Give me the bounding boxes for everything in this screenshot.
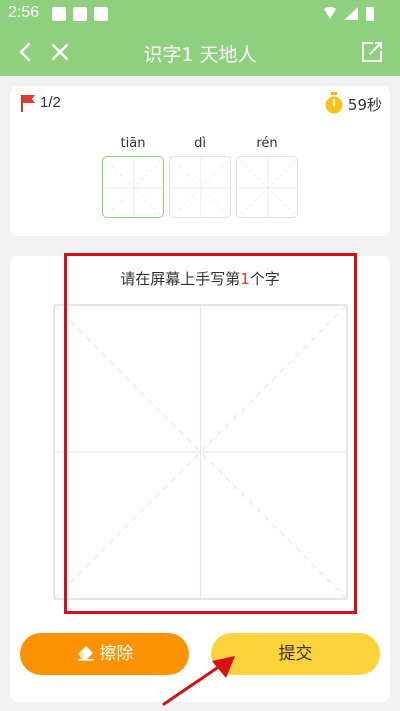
progress-label: 1/2 <box>40 94 61 111</box>
app-notification-icon-2 <box>94 7 108 21</box>
system-status-icons <box>324 7 374 21</box>
highlight-box <box>64 253 357 614</box>
status-time: 2:56 <box>8 4 40 21</box>
character-progress-card: 1/2 59秒 tiān dì rén <box>10 86 390 236</box>
app-bar: 识字1 天地人 <box>0 28 400 76</box>
page-title: 识字1 天地人 <box>143 44 257 66</box>
signal-icon <box>344 7 358 20</box>
app-notification-icon <box>73 7 87 21</box>
share-icon[interactable] <box>360 40 384 64</box>
wifi-icon <box>324 7 336 19</box>
image-notification-icon <box>52 7 66 21</box>
erase-label: 擦除 <box>99 644 134 664</box>
character-slot-1[interactable]: tiān <box>102 136 164 218</box>
character-grid <box>236 156 298 218</box>
pinyin-label: tiān <box>120 136 146 151</box>
character-grid <box>169 156 231 218</box>
battery-icon <box>366 7 374 21</box>
pointer-arrow-icon <box>162 656 235 706</box>
flag-icon <box>21 95 35 112</box>
pinyin-label: dì <box>194 136 206 151</box>
character-grid <box>102 156 164 218</box>
stopwatch-icon <box>325 92 343 114</box>
timer-label: 59秒 <box>347 96 382 114</box>
character-slot-2[interactable]: dì <box>169 136 231 218</box>
eraser-icon <box>77 646 94 661</box>
pinyin-label: rén <box>256 136 278 151</box>
status-bar: 2:56 <box>0 0 400 28</box>
submit-label: 提交 <box>278 644 313 664</box>
character-slot-3[interactable]: rén <box>236 136 298 218</box>
